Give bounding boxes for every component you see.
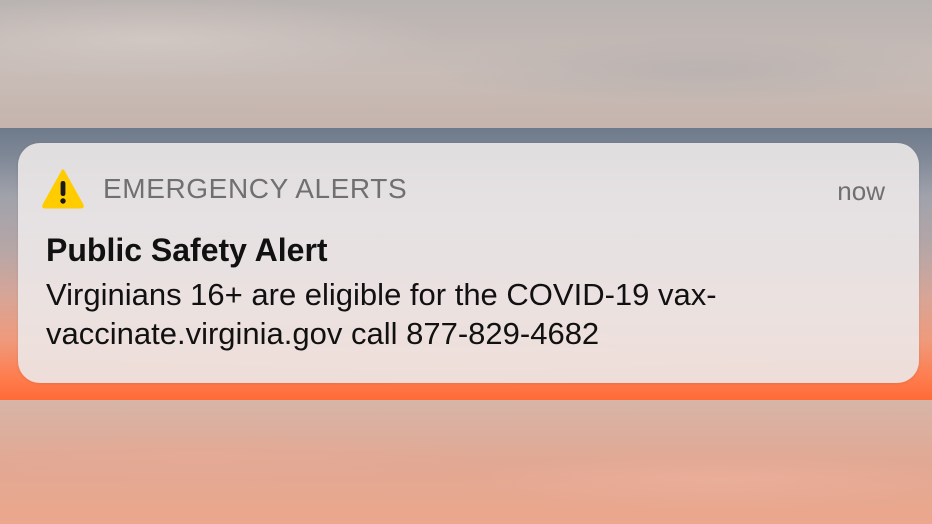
blurred-sky-bottom	[0, 400, 932, 524]
blurred-sky-top	[0, 0, 932, 128]
notification-title: Public Safety Alert	[46, 232, 328, 268]
timestamp: now	[837, 176, 885, 206]
notification-message-line: vaccinate.virginia.gov call 877-829-4682	[46, 316, 600, 351]
notification-message-line: Virginians 16+ are eligible for the COVI…	[46, 277, 717, 312]
app-name-label: EMERGENCY ALERTS	[103, 173, 408, 204]
warning-triangle-icon	[42, 169, 84, 209]
emergency-alert-notification[interactable]: EMERGENCY ALERTS now Public Safety Alert…	[18, 143, 919, 383]
